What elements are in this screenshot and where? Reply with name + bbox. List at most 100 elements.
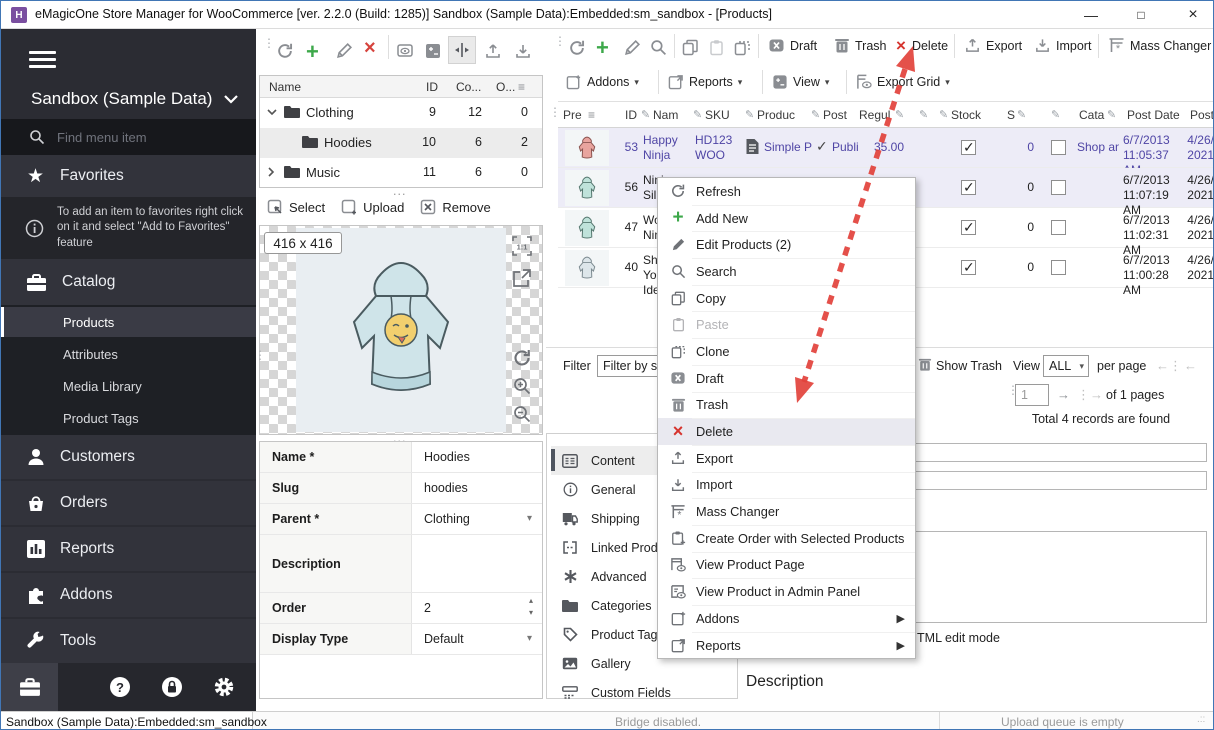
reports-dropdown[interactable]: Reports ▾ bbox=[668, 74, 742, 90]
search-icon[interactable] bbox=[650, 39, 667, 56]
close-button[interactable]: × bbox=[1171, 1, 1214, 28]
first-page-icon[interactable]: ←⋮ bbox=[1156, 358, 1182, 374]
flag-checkbox[interactable] bbox=[1051, 140, 1066, 155]
products-table-header[interactable]: Pre ≡ ID ✎ Nam ✎ SKU ✎ Produc ✎ Post Reg… bbox=[558, 102, 1214, 128]
menu-item-edit-products[interactable]: Edit Products (2) bbox=[658, 231, 915, 258]
clone-icon[interactable] bbox=[734, 39, 751, 56]
caret-collapsed-icon[interactable] bbox=[268, 167, 275, 177]
zoom-in-icon[interactable] bbox=[512, 376, 532, 396]
open-external-icon[interactable] bbox=[512, 268, 532, 288]
sidebar-item-attributes[interactable]: Attributes bbox=[1, 339, 256, 369]
table-row[interactable]: 53 Happy Ninja HD123 WOO Simple P ✓ Publ… bbox=[558, 128, 1214, 168]
name-field[interactable]: Hoodies bbox=[424, 442, 470, 472]
upload-icon[interactable] bbox=[484, 42, 502, 60]
help-icon[interactable]: ? bbox=[109, 676, 131, 698]
chevron-down-icon[interactable]: ▾ bbox=[527, 633, 532, 644]
menu-item-export[interactable]: Export bbox=[658, 445, 915, 472]
sidebar-item-tools[interactable]: Tools bbox=[1, 619, 256, 663]
view-dropdown[interactable]: View ▾ bbox=[772, 74, 829, 90]
edit-icon[interactable] bbox=[336, 42, 353, 59]
category-row-clothing[interactable]: Clothing 9 12 0 bbox=[260, 98, 542, 128]
export-grid-dropdown[interactable]: Export Grid ▾ bbox=[856, 74, 950, 90]
remove-button[interactable]: Remove bbox=[442, 200, 490, 215]
parent-select[interactable]: Clothing bbox=[424, 504, 470, 534]
trash-button[interactable]: Trash bbox=[834, 37, 887, 54]
select-button[interactable]: Select bbox=[289, 200, 325, 215]
stock-checkbox[interactable] bbox=[961, 180, 976, 195]
mass-changer-button[interactable]: * Mass Changer bbox=[1108, 37, 1211, 54]
refresh-icon[interactable] bbox=[276, 42, 294, 60]
chevron-down-icon[interactable]: ▾ bbox=[527, 513, 532, 524]
paste-icon[interactable] bbox=[708, 39, 725, 56]
copy-icon[interactable] bbox=[682, 39, 699, 56]
menu-item-mass-changer[interactable]: * Mass Changer bbox=[658, 498, 915, 525]
menu-item-trash[interactable]: Trash bbox=[658, 392, 915, 419]
toolbar-handle[interactable]: ⋮ bbox=[263, 41, 275, 45]
add-icon[interactable]: + bbox=[306, 39, 319, 65]
sidebar-item-orders[interactable]: Orders bbox=[1, 481, 256, 525]
stock-checkbox[interactable] bbox=[961, 260, 976, 275]
sidebar-item-catalog[interactable]: Catalog bbox=[1, 259, 256, 305]
caret-expanded-icon[interactable] bbox=[267, 109, 277, 116]
gear-icon[interactable] bbox=[213, 676, 235, 698]
stock-checkbox[interactable] bbox=[961, 140, 976, 155]
menu-item-view-product-page[interactable]: View Product Page bbox=[658, 552, 915, 579]
menu-item-create-order[interactable]: Create Order with Selected Products bbox=[658, 525, 915, 552]
addons-dropdown[interactable]: Addons ▾ bbox=[566, 74, 639, 90]
panel-resize-handle-left[interactable]: ⋮ bbox=[254, 353, 266, 357]
menu-item-import[interactable]: Import bbox=[658, 472, 915, 499]
flag-checkbox[interactable] bbox=[1051, 260, 1066, 275]
edit-icon[interactable] bbox=[624, 39, 641, 56]
col-name[interactable]: Name bbox=[269, 80, 301, 94]
menu-item-search[interactable]: Search bbox=[658, 258, 915, 285]
zoom-out-icon[interactable] bbox=[512, 404, 532, 424]
sidebar-item-media-library[interactable]: Media Library bbox=[1, 371, 256, 401]
flag-checkbox[interactable] bbox=[1051, 220, 1066, 235]
sidebar-item-favorites[interactable]: ★ Favorites bbox=[1, 155, 256, 197]
menu-item-draft[interactable]: Draft bbox=[658, 365, 915, 392]
upload-button[interactable]: Upload bbox=[363, 200, 404, 215]
menu-item-clone[interactable]: Clone bbox=[658, 338, 915, 365]
sidebar-item-customers[interactable]: Customers bbox=[1, 435, 256, 479]
draft-button[interactable]: Draft bbox=[768, 37, 817, 54]
menu-item-view-product-admin[interactable]: View Product in Admin Panel bbox=[658, 578, 915, 605]
last-page-icon[interactable]: ⋮→ bbox=[1077, 387, 1103, 403]
page-number-input[interactable]: 1 bbox=[1015, 384, 1049, 406]
category-row-hoodies[interactable]: Hoodies 10 6 2 bbox=[260, 128, 542, 158]
col-order[interactable]: O... bbox=[496, 80, 515, 94]
sidebar-item-products[interactable]: Products bbox=[1, 307, 256, 337]
toolbar-handle[interactable]: ⋮ bbox=[554, 39, 566, 43]
menu-item-delete[interactable]: × Delete bbox=[658, 418, 915, 445]
split-view-icon[interactable] bbox=[448, 36, 476, 64]
maximize-button[interactable]: □ bbox=[1119, 1, 1163, 28]
flag-checkbox[interactable] bbox=[1051, 180, 1066, 195]
display-type-select[interactable]: Default bbox=[424, 624, 464, 654]
col-count[interactable]: Co... bbox=[456, 80, 481, 94]
category-tree-header[interactable]: Name ID Co... O... ≡ bbox=[260, 76, 542, 98]
slug-field[interactable]: hoodies bbox=[424, 473, 468, 503]
menu-item-refresh[interactable]: Refresh bbox=[658, 178, 915, 205]
export-button[interactable]: Export bbox=[964, 37, 1022, 54]
stepper-up-icon[interactable]: ▴ bbox=[529, 596, 533, 605]
menu-item-reports[interactable]: Reports ▶ bbox=[658, 632, 915, 659]
stepper-down-icon[interactable]: ▾ bbox=[529, 608, 533, 617]
menu-item-add-new[interactable]: + Add New bbox=[658, 205, 915, 232]
sidebar-item-product-tags[interactable]: Product Tags bbox=[1, 403, 256, 433]
sidebar-search[interactable]: Find menu item bbox=[1, 119, 256, 155]
catalog-mode-button[interactable] bbox=[1, 663, 58, 711]
image-adjust-icon[interactable] bbox=[424, 42, 442, 60]
resize-grip[interactable]: .:: bbox=[1197, 714, 1205, 725]
tab-custom-fields[interactable]: Custom Fields bbox=[551, 678, 733, 707]
delete-icon[interactable]: × bbox=[364, 37, 376, 60]
rotate-icon[interactable] bbox=[512, 348, 532, 368]
col-id[interactable]: ID bbox=[426, 80, 438, 94]
menu-item-addons[interactable]: Addons ▶ bbox=[658, 605, 915, 632]
refresh-icon[interactable] bbox=[568, 39, 586, 57]
lock-icon[interactable] bbox=[161, 676, 183, 698]
hamburger-menu-icon[interactable] bbox=[29, 47, 56, 72]
prev-page-icon[interactable]: ← bbox=[1184, 358, 1197, 373]
next-page-icon[interactable]: → bbox=[1057, 387, 1070, 402]
sidebar-item-reports[interactable]: Reports bbox=[1, 527, 256, 571]
per-page-select[interactable]: ALL ▾ bbox=[1043, 355, 1089, 377]
preview-icon[interactable] bbox=[396, 42, 414, 60]
